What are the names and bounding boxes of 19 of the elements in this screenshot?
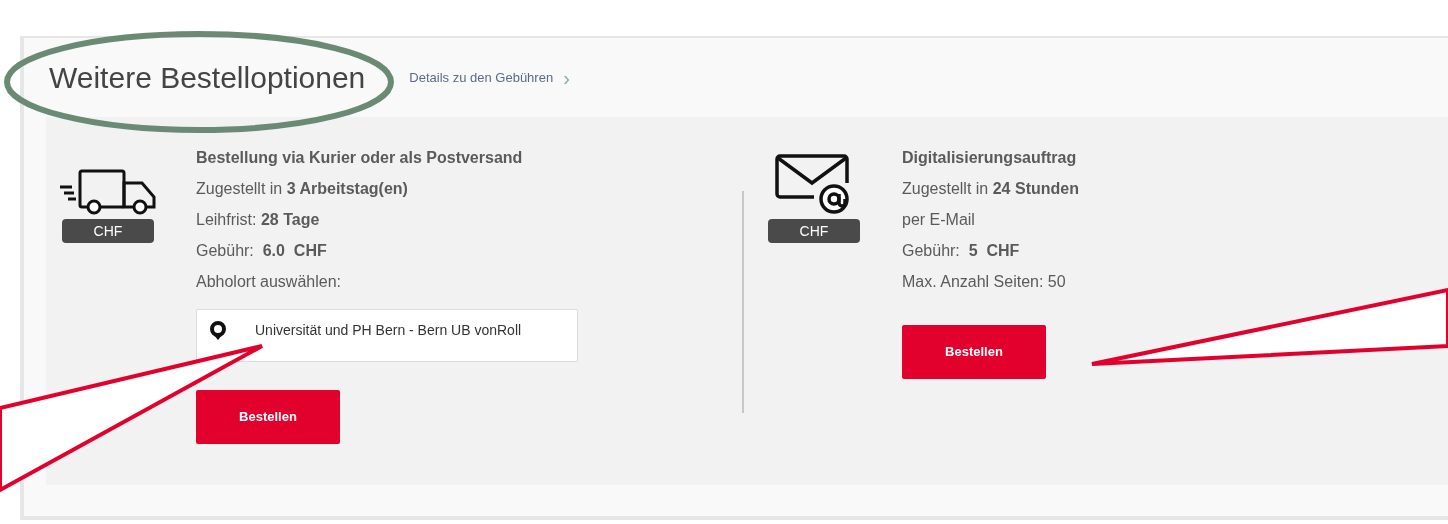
option-detail: Zugestellt in 3 Arbeitstag(en) xyxy=(196,179,409,199)
order-button[interactable]: Bestellen xyxy=(902,325,1046,379)
option-detail: Leihfrist: 28 Tage xyxy=(196,210,321,230)
option-detail: Gebühr: 6.0 CHF xyxy=(196,241,328,261)
option-detail: per E-Mail xyxy=(902,210,976,230)
option-detail: Gebühr: 5 CHF xyxy=(902,241,1021,261)
truck-icon xyxy=(58,167,158,215)
fees-details-link[interactable]: Details zu den Gebühren › xyxy=(409,62,570,93)
currency-badge: CHF xyxy=(62,219,154,243)
currency-badge: CHF xyxy=(768,219,860,243)
pickup-location-field[interactable]: Universität und PH Bern - Bern UB vonRoll xyxy=(196,309,578,362)
option-detail: Abholort auswählen: xyxy=(196,272,342,292)
option-title: Digitalisierungsauftrag xyxy=(902,148,1078,168)
option-detail: Zugestellt in 24 Stunden xyxy=(902,179,1079,199)
section-title: Weitere Bestelloptionen xyxy=(49,60,366,96)
order-button[interactable]: Bestellen xyxy=(196,390,340,444)
option-detail: Max. Anzahl Seiten: 50 xyxy=(902,272,1067,292)
map-pin-icon xyxy=(209,320,227,340)
option-title: Bestellung via Kurier oder als Postversand xyxy=(196,148,524,168)
